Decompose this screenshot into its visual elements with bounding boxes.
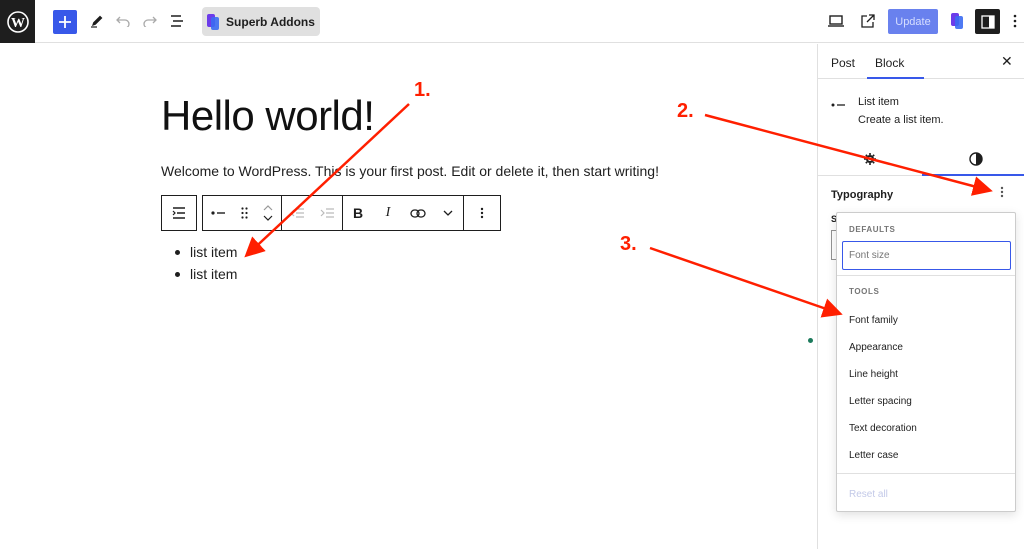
arrow-3 (649, 246, 843, 318)
annotation-label-2: 2. (677, 100, 694, 122)
annotation-label-3: 3. (620, 233, 637, 255)
arrow-1 (244, 103, 410, 258)
annotation-label-1: 1. (414, 79, 431, 101)
annotation-arrows (244, 103, 993, 318)
arrow-2 (704, 113, 993, 196)
